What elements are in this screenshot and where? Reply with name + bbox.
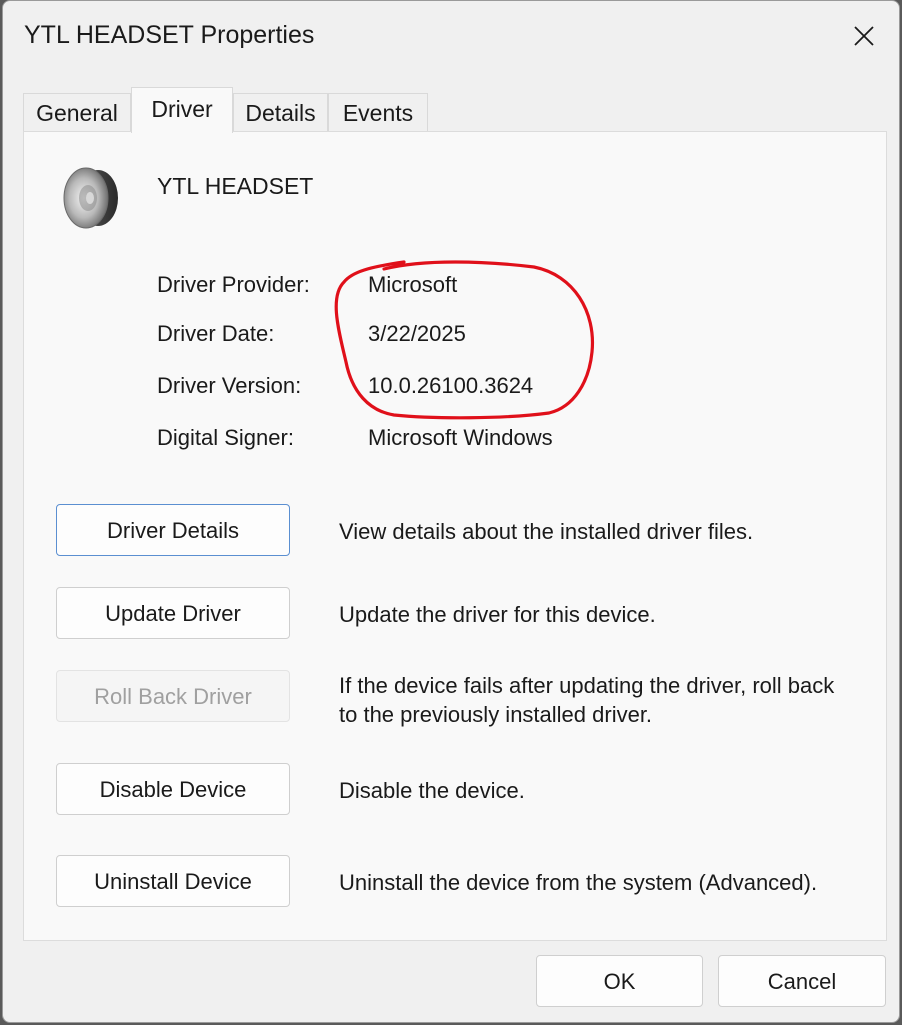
- driver-details-description: View details about the installed driver …: [339, 519, 754, 544]
- driver-details-button[interactable]: Driver Details: [56, 504, 290, 556]
- tab-details[interactable]: Details: [233, 93, 328, 131]
- device-name: YTL HEADSET: [157, 173, 314, 199]
- tab-driver[interactable]: Driver: [131, 87, 233, 133]
- driver-provider-value: Microsoft: [368, 272, 458, 297]
- driver-date-label: Driver Date:: [157, 321, 275, 346]
- window-title: YTL HEADSET Properties: [24, 21, 315, 49]
- roll-back-driver-description: If the device fails after updating the d…: [339, 673, 835, 727]
- disable-device-description: Disable the device.: [339, 778, 525, 803]
- digital-signer-label: Digital Signer:: [157, 425, 294, 450]
- cancel-button[interactable]: Cancel: [718, 955, 886, 1007]
- driver-version-value: 10.0.26100.3624: [368, 373, 534, 398]
- digital-signer-value: Microsoft Windows: [368, 425, 553, 450]
- disable-device-button[interactable]: Disable Device: [56, 763, 290, 815]
- driver-date-value: 3/22/2025: [368, 321, 466, 346]
- close-button[interactable]: [843, 15, 885, 57]
- tab-events[interactable]: Events: [328, 93, 428, 131]
- speaker-icon: [63, 167, 118, 229]
- roll-back-driver-button: Roll Back Driver: [56, 670, 290, 722]
- driver-tab-panel: YTL HEADSET Driver Provider: Microsoft D…: [23, 131, 887, 941]
- update-driver-button[interactable]: Update Driver: [56, 587, 290, 639]
- driver-version-label: Driver Version:: [157, 373, 302, 398]
- ok-button[interactable]: OK: [536, 955, 703, 1007]
- driver-provider-label: Driver Provider:: [157, 272, 310, 297]
- update-driver-description: Update the driver for this device.: [339, 602, 656, 627]
- close-icon: [854, 26, 874, 46]
- uninstall-device-button[interactable]: Uninstall Device: [56, 855, 290, 907]
- tab-general[interactable]: General: [23, 93, 131, 131]
- uninstall-device-description: Uninstall the device from the system (Ad…: [339, 870, 818, 895]
- title-bar: YTL HEADSET Properties: [3, 1, 899, 73]
- properties-dialog: YTL HEADSET Properties General Driver De…: [2, 0, 900, 1023]
